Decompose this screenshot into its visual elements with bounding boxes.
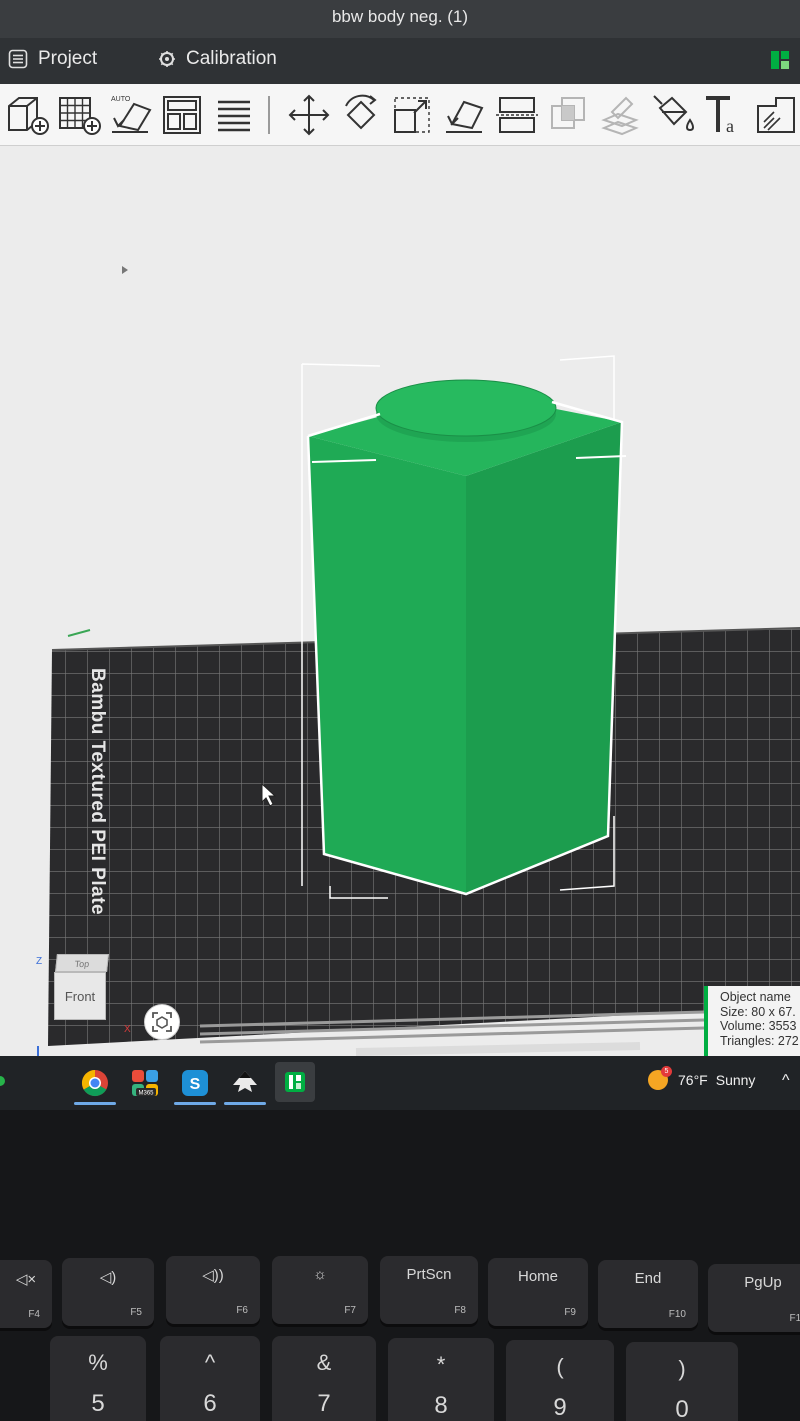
menu-project-label: Project [38, 48, 98, 69]
menu-calibration[interactable]: Calibration [158, 48, 277, 70]
key-8[interactable]: * 8 [388, 1338, 494, 1421]
weather-condition: Sunny [715, 1072, 756, 1088]
inkscape-icon[interactable] [224, 1068, 266, 1105]
view-cube-front[interactable]: Front [54, 972, 106, 1020]
key-f11[interactable]: PgUpF11 [708, 1264, 800, 1332]
title-bar: bbw body neg. (1) [0, 0, 800, 38]
object-triangles: Triangles: 272 [720, 1033, 799, 1048]
menu-bar: Project Calibration [0, 38, 800, 84]
split-plates-icon[interactable] [212, 92, 258, 138]
axis-z-label: Z [36, 956, 43, 967]
calibration-icon [159, 51, 175, 67]
support-paint-icon[interactable] [598, 92, 644, 138]
key-f4[interactable]: ◁× F4 [0, 1260, 52, 1328]
key-5[interactable]: % 5 [50, 1336, 146, 1421]
tray-chevron-icon[interactable]: ^ [782, 1072, 790, 1090]
scene-canvas [37, 266, 800, 1056]
add-plate-icon[interactable] [56, 92, 102, 138]
rotate-icon[interactable] [338, 92, 384, 138]
object-volume: Volume: 3553 [720, 1019, 797, 1033]
bambu-studio-icon[interactable] [275, 1062, 315, 1102]
key-0[interactable]: ) 0 [626, 1342, 738, 1421]
key-f8[interactable]: PrtScn F8 [380, 1256, 478, 1324]
svg-text:M365: M365 [138, 1091, 154, 1097]
lay-on-face-icon[interactable] [442, 92, 488, 138]
project-icon [8, 49, 28, 69]
key-f10[interactable]: End F10 [598, 1260, 698, 1328]
object-size: Size: 80 x 67. [720, 1004, 796, 1019]
object-info-panel: Object name Size: 80 x 67. Volume: 3553 … [704, 986, 800, 1056]
color-paint-icon[interactable] [650, 92, 696, 138]
move-icon[interactable] [286, 92, 332, 138]
weather-temp: 76°F [678, 1072, 708, 1088]
key-f6[interactable]: ◁)) F6 [166, 1256, 260, 1324]
taskbar: M365 S 5 76°F Sunny ^ [0, 1056, 800, 1110]
3d-viewport[interactable]: Bambu Textured PEI Plate [0, 146, 800, 1056]
svg-text:AUTO: AUTO [111, 96, 131, 103]
chrome-icon[interactable] [74, 1068, 116, 1105]
object-name: Object name [720, 990, 791, 1004]
variable-layer-icon[interactable] [754, 92, 800, 138]
text-icon[interactable]: a [702, 92, 748, 138]
menu-project[interactable]: Project [8, 48, 97, 70]
weather-widget[interactable]: 5 76°F Sunny [648, 1066, 756, 1090]
window-title: bbw body neg. (1) [331, 7, 469, 26]
key-f5[interactable]: ◁) F5 [62, 1258, 154, 1326]
add-object-icon[interactable] [4, 92, 50, 138]
model-right-face [466, 422, 622, 894]
view-cube[interactable]: Top Front [48, 954, 110, 1024]
menu-calibration-label: Calibration [186, 48, 277, 69]
laptop-keyboard: ◁× F4 ◁) F5 ◁)) F6 ☼ F7 PrtScn F8 Home F9 End F… [0, 1110, 800, 1421]
sun-icon: 5 [648, 1066, 672, 1090]
start-button[interactable] [0, 1076, 5, 1086]
plate-label: Bambu Textured PEI Plate [87, 668, 108, 916]
focus-view-icon [152, 1012, 172, 1032]
model-left-face [308, 436, 466, 894]
toolbar: AUTO a [0, 84, 800, 146]
reset-view-button[interactable] [144, 1004, 180, 1040]
key-6[interactable]: ^ 6 [160, 1336, 260, 1421]
cut-icon[interactable] [494, 92, 540, 138]
svg-text:a: a [726, 116, 734, 136]
scale-icon[interactable] [390, 92, 436, 138]
key-7[interactable]: & 7 [272, 1336, 376, 1421]
key-9[interactable]: (9 [506, 1340, 614, 1421]
skype-icon[interactable]: S [174, 1068, 216, 1105]
axis-x-label: X [124, 1024, 131, 1035]
bambu-logo-icon [771, 51, 789, 69]
svg-text:S: S [190, 1076, 201, 1093]
view-cube-top[interactable]: Top [55, 954, 109, 972]
auto-orient-icon[interactable]: AUTO [108, 92, 154, 138]
m365-icon[interactable]: M365 [130, 1068, 160, 1098]
arrange-icon[interactable] [160, 92, 206, 138]
boolean-icon[interactable] [546, 92, 592, 138]
toolbar-separator [268, 96, 270, 134]
monitor-screen: bbw body neg. (1) Project Calibration AU… [0, 0, 800, 1110]
key-f7[interactable]: ☼ F7 [272, 1256, 368, 1324]
key-f9[interactable]: Home F9 [488, 1258, 588, 1326]
